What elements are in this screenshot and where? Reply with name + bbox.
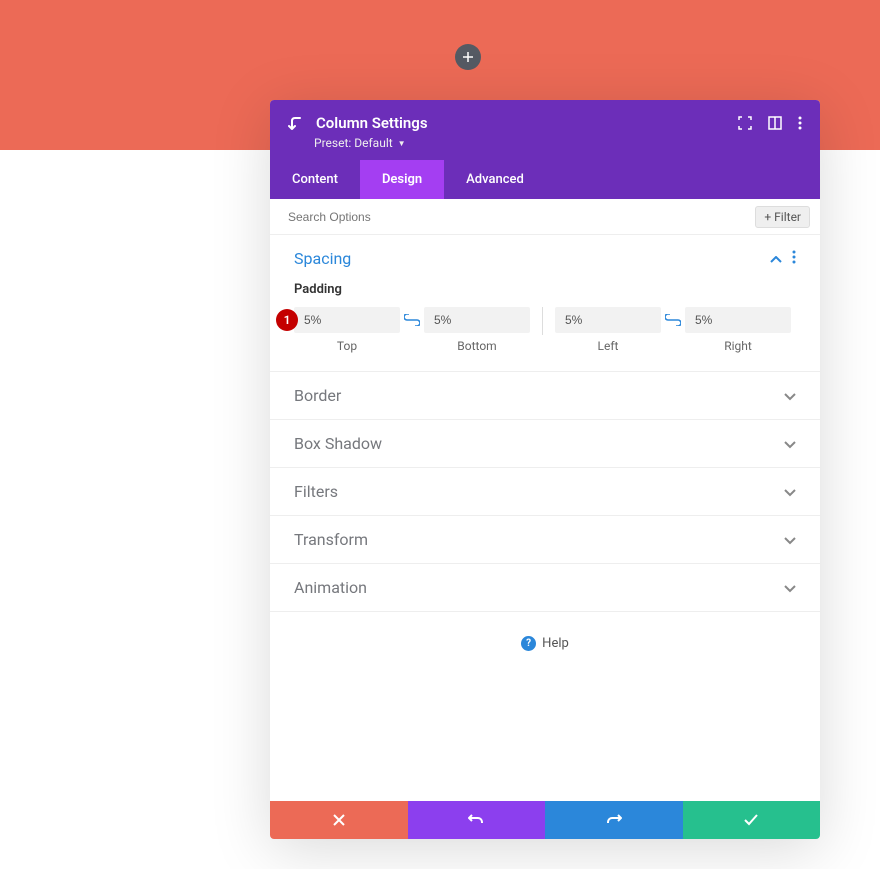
spacing-body: Padding 1 Top Bottom xyxy=(270,282,820,371)
tab-content[interactable]: Content xyxy=(270,160,360,199)
snap-icon[interactable] xyxy=(768,116,782,130)
modal-header: Column Settings Preset: Default ▼ xyxy=(270,100,820,160)
section-border: Border xyxy=(270,372,820,420)
padding-bottom-input[interactable] xyxy=(424,307,530,333)
plus-icon: + xyxy=(764,210,774,224)
help-icon: ? xyxy=(521,636,536,651)
caret-down-icon: ▼ xyxy=(398,139,406,148)
section-header-transform[interactable]: Transform xyxy=(270,516,820,563)
section-title: Border xyxy=(294,386,341,405)
tab-advanced[interactable]: Advanced xyxy=(444,160,546,199)
padding-left-input[interactable] xyxy=(555,307,661,333)
section-header-spacing[interactable]: Spacing xyxy=(270,235,820,282)
section-title: Transform xyxy=(294,530,368,549)
chevron-down-icon xyxy=(784,482,796,501)
add-section-button[interactable] xyxy=(455,44,481,70)
chevron-down-icon xyxy=(784,386,796,405)
padding-top-label: Top xyxy=(294,339,400,353)
section-filters: Filters xyxy=(270,468,820,516)
padding-right-input[interactable] xyxy=(685,307,791,333)
section-box-shadow: Box Shadow xyxy=(270,420,820,468)
help-label: Help xyxy=(542,636,569,651)
section-title: Animation xyxy=(294,578,367,597)
preset-selector[interactable]: Preset: Default ▼ xyxy=(314,136,802,150)
modal-footer xyxy=(270,801,820,839)
padding-top-input[interactable] xyxy=(294,307,400,333)
annotation-marker-1: 1 xyxy=(276,309,298,331)
back-icon[interactable] xyxy=(288,116,304,130)
tab-design[interactable]: Design xyxy=(360,160,444,199)
modal-title: Column Settings xyxy=(316,114,428,132)
column-settings-modal: Column Settings Preset: Default ▼ Conten… xyxy=(270,100,820,839)
section-header-box-shadow[interactable]: Box Shadow xyxy=(270,420,820,467)
help-row[interactable]: ? Help xyxy=(270,612,820,801)
vertical-divider xyxy=(542,307,543,335)
close-button[interactable] xyxy=(270,801,408,839)
section-title: Filters xyxy=(294,482,338,501)
filter-button[interactable]: + Filter xyxy=(755,206,810,228)
undo-button[interactable] xyxy=(408,801,546,839)
section-header-animation[interactable]: Animation xyxy=(270,564,820,611)
section-title: Box Shadow xyxy=(294,434,382,453)
section-transform: Transform xyxy=(270,516,820,564)
redo-button[interactable] xyxy=(545,801,683,839)
section-more-icon[interactable] xyxy=(792,250,796,267)
padding-subtitle: Padding xyxy=(294,282,796,297)
tabs: Content Design Advanced xyxy=(270,160,820,199)
section-spacing: Spacing Padding 1 xyxy=(270,235,820,372)
more-icon[interactable] xyxy=(798,116,802,130)
section-title: Spacing xyxy=(294,249,351,268)
padding-right-label: Right xyxy=(685,339,791,353)
confirm-button[interactable] xyxy=(683,801,821,839)
search-row: + Filter xyxy=(270,199,820,235)
section-animation: Animation xyxy=(270,564,820,612)
fullscreen-icon[interactable] xyxy=(738,116,752,130)
padding-left-label: Left xyxy=(555,339,661,353)
padding-grid: 1 Top Bottom xyxy=(294,307,796,353)
chevron-down-icon xyxy=(784,578,796,597)
section-header-filters[interactable]: Filters xyxy=(270,468,820,515)
chevron-down-icon xyxy=(784,434,796,453)
chevron-up-icon xyxy=(770,249,782,268)
link-icon[interactable] xyxy=(400,314,424,326)
section-header-border[interactable]: Border xyxy=(270,372,820,419)
search-input[interactable] xyxy=(288,210,755,224)
chevron-down-icon xyxy=(784,530,796,549)
padding-bottom-label: Bottom xyxy=(424,339,530,353)
link-icon[interactable] xyxy=(661,314,685,326)
